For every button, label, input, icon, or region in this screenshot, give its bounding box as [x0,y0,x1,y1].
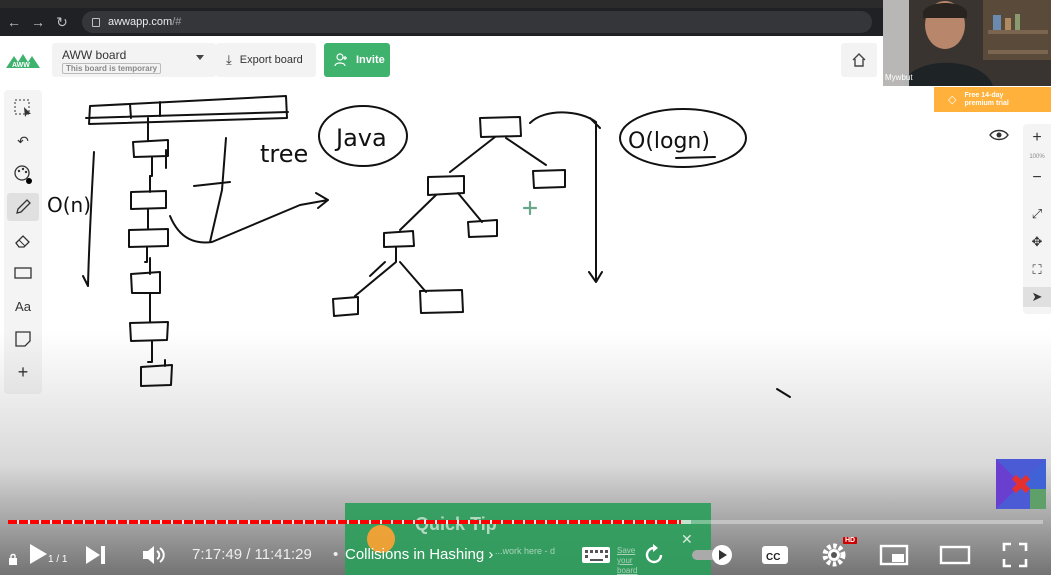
underline-stroke [675,156,716,159]
handwriting-java-label: Java [334,124,387,152]
tree-edge [354,246,427,297]
next-icon[interactable] [84,543,108,567]
chain-stroke [147,175,151,229]
webcam-overlay: Mywbut [883,0,1051,86]
screen: ← → ↻ awwapp.com/# AWW AWW board This bo… [0,0,1051,575]
theater-mode-icon[interactable] [938,543,972,567]
download-icon: ⤓ [226,52,232,67]
lock-icon [92,17,100,27]
chapter-title-text: Collisions in Hashing [345,546,485,563]
caret-down-icon [196,55,204,60]
board-title-dropdown[interactable]: AWW board This board is temporary [52,43,216,77]
url-host: awwapp.com [108,16,173,28]
back-icon[interactable]: ← [4,12,24,32]
board-temporary-note: This board is temporary [62,63,162,74]
chain-stroke [144,246,151,275]
tree-node [479,116,522,138]
handwriting-complexity-left: O(n) [47,193,91,217]
chapter-title[interactable]: Collisions in Hashing › [345,546,493,563]
home-button[interactable] [841,43,877,77]
tree-node [383,230,415,248]
home-icon [852,53,866,67]
array-stroke [88,95,288,125]
zoom-level: 100% [1029,154,1045,160]
autoplay-toggle[interactable] [690,544,734,566]
keyboard-icon[interactable] [580,543,612,567]
pan-icon[interactable]: ✥ [1023,232,1051,252]
miniplayer-icon[interactable] [878,543,910,567]
invite-button[interactable]: Invite [324,43,390,77]
volume-icon[interactable] [142,543,168,567]
array-stroke [85,111,289,119]
time-display: 7:17:49 / 11:41:29 [192,546,312,563]
chain-node [132,139,169,158]
zoom-in-icon[interactable]: + [1023,128,1051,148]
chain-node [130,190,167,210]
tree-edge [449,136,547,173]
fullscreen-frame-icon[interactable]: ⛶ [1023,260,1051,280]
tree-node [532,169,566,189]
arrow-stroke [82,151,95,287]
progress-bar[interactable] [8,520,1043,524]
url-path: /# [172,16,182,28]
laser-pointer-icon[interactable]: ➤ [1023,287,1051,307]
board-name: AWW board [62,48,127,62]
invite-label: Invite [356,54,385,66]
export-board-button[interactable]: ⤓ Export board [216,43,316,77]
add-point-marker [522,200,538,216]
tree-node [427,175,465,196]
fit-screen-icon[interactable]: ⤢ [1023,204,1051,224]
progress-played [8,520,681,524]
lock-small-icon [6,552,20,566]
play-icon[interactable] [26,542,50,566]
tree-node [332,296,359,317]
zoom-out-icon[interactable]: − [1023,168,1051,188]
svg-text:AWW: AWW [12,62,30,69]
arrow-stroke [529,111,603,283]
aww-logo-icon[interactable]: AWW [4,50,42,74]
export-label: Export board [239,54,303,66]
svg-text:CC: CC [766,552,780,563]
chain-node [128,228,169,248]
separator-dot: • [333,546,339,563]
reload-icon[interactable]: ↻ [52,12,72,32]
replay-icon[interactable] [640,543,668,567]
captions-icon[interactable]: CC [760,543,790,567]
tree-edge [399,192,483,231]
hd-badge: HD [843,537,858,544]
tree-node [419,289,464,314]
settings-gear-icon[interactable] [820,542,848,568]
address-bar[interactable]: awwapp.com/# [82,11,872,33]
channel-watermark[interactable] [996,459,1046,509]
chain-stroke [149,149,167,177]
zoom-rail: + 100% − ⤢ ✥ ⛶ ➤ [1023,124,1051,314]
forward-icon[interactable]: → [28,12,48,32]
handwriting-complexity-right: O(logn) [628,129,710,154]
handwriting-tree-label: tree [260,140,308,168]
fullscreen-icon[interactable] [1000,542,1030,568]
player-controls: 1 / 1 7:17:49 / 11:41:29 • Collisions in… [0,530,1051,575]
page-indicator: 1 / 1 [48,554,68,565]
watermark-image [996,459,1046,509]
chain-node [130,271,161,294]
chevron-right-icon: › [488,546,494,563]
add-user-icon [334,53,347,67]
